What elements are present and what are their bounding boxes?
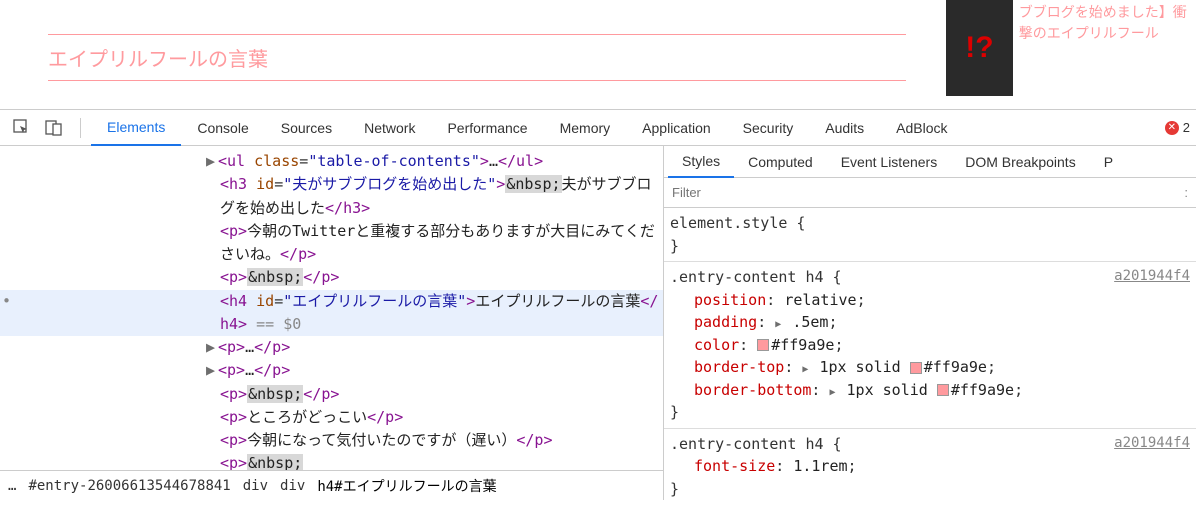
breadcrumb-item[interactable]: …	[8, 478, 16, 494]
error-icon: ✕	[1165, 121, 1179, 135]
dom-node[interactable]: <h3 id="夫がサブブログを始め出した">&nbsp;夫がサブブログを始め出…	[0, 173, 663, 220]
sidebar-thumbnail: !?	[946, 0, 1013, 96]
dom-node[interactable]: <p>今朝になって気付いたのですが（遅い）</p>	[0, 429, 663, 452]
dom-node[interactable]: <p>&nbsp;</p>	[0, 266, 663, 289]
dom-node[interactable]: <p>&nbsp;</p>	[0, 383, 663, 406]
css-declaration[interactable]: color: #ff9a9e;	[670, 334, 1190, 357]
devtools-tab-security[interactable]: Security	[727, 110, 810, 146]
rule-source-link[interactable]: a201944f4	[1114, 266, 1190, 287]
css-declaration[interactable]: border-top: ▶ 1px solid #ff9a9e;	[670, 356, 1190, 379]
dom-node[interactable]: <p>今朝のTwitterと重複する部分もありますが大目にみてくださいね。</p…	[0, 220, 663, 267]
devtools-tab-elements[interactable]: Elements	[91, 110, 181, 146]
css-declaration[interactable]: border-bottom: ▶ 1px solid #ff9a9e;	[670, 379, 1190, 402]
styles-tab-dom-breakpoints[interactable]: DOM Breakpoints	[951, 146, 1089, 178]
heading-border: エイプリルフールの言葉	[48, 34, 906, 81]
dom-tree[interactable]: ▶<ul class="table-of-contents">…</ul><h3…	[0, 146, 663, 470]
breadcrumb-item[interactable]: div	[280, 478, 305, 494]
inspect-icon[interactable]	[11, 117, 33, 139]
separator	[80, 118, 81, 138]
filter-row: :	[664, 178, 1196, 208]
sidebar-link-text: ブブログを始めました】衝撃のエイプリルフール	[1013, 0, 1196, 96]
style-rule[interactable]: .entry-content h4 {a201944f4position: re…	[664, 262, 1196, 429]
devtools-tabs: ElementsConsoleSourcesNetworkPerformance…	[91, 110, 964, 146]
devtools-tab-console[interactable]: Console	[181, 110, 264, 146]
breadcrumb-item[interactable]: #entry-26006613544678841	[28, 478, 230, 494]
error-count: 2	[1183, 120, 1190, 135]
dom-node[interactable]: ▶<ul class="table-of-contents">…</ul>	[0, 150, 663, 173]
rule-source-link[interactable]: a201944f4	[1114, 433, 1190, 454]
page-preview: エイプリルフールの言葉 !? ブブログを始めました】衝撃のエイプリルフール	[0, 0, 1196, 110]
devtools-panels: ▶<ul class="table-of-contents">…</ul><h3…	[0, 146, 1196, 500]
error-indicator[interactable]: ✕ 2	[1165, 120, 1190, 135]
css-declaration[interactable]: position: relative;	[670, 289, 1190, 312]
devtools-tab-sources[interactable]: Sources	[265, 110, 348, 146]
devtools-tab-memory[interactable]: Memory	[544, 110, 627, 146]
style-rule[interactable]: element.style {}	[664, 208, 1196, 262]
elements-panel: ▶<ul class="table-of-contents">…</ul><h3…	[0, 146, 664, 500]
breadcrumb-item[interactable]: h4#エイプリルフールの言葉	[317, 476, 496, 496]
styles-tab-p[interactable]: P	[1090, 146, 1127, 178]
devtools-tab-performance[interactable]: Performance	[431, 110, 543, 146]
devtools-tab-adblock[interactable]: AdBlock	[880, 110, 963, 146]
styles-tab-styles[interactable]: Styles	[668, 146, 734, 178]
devtools-tabbar: ElementsConsoleSourcesNetworkPerformance…	[0, 110, 1196, 146]
filter-hover-icon[interactable]: :	[1184, 185, 1188, 200]
exclamation-icon: !?	[965, 31, 993, 65]
dom-node[interactable]: •<h4 id="エイプリルフールの言葉">エイプリルフールの言葉</h4> =…	[0, 290, 663, 337]
dom-node[interactable]: ▶<p>…</p>	[0, 359, 663, 382]
dom-node[interactable]: <p>ところがどっこい</p>	[0, 406, 663, 429]
dom-node[interactable]: <p>&nbsp;	[0, 452, 663, 470]
sidebar-widget[interactable]: !? ブブログを始めました】衝撃のエイプリルフール	[946, 0, 1196, 96]
styles-tab-computed[interactable]: Computed	[734, 146, 827, 178]
styles-tab-event-listeners[interactable]: Event Listeners	[827, 146, 952, 178]
breadcrumb[interactable]: … #entry-26006613544678841 divdiv h4#エイプリルフ…	[0, 470, 663, 500]
devtools-tab-audits[interactable]: Audits	[809, 110, 880, 146]
dom-node[interactable]: ▶<p>…</p>	[0, 336, 663, 359]
styles-filter-input[interactable]	[672, 185, 1184, 200]
breadcrumb-item[interactable]: div	[243, 478, 268, 494]
css-declaration[interactable]: padding: ▶ .5em;	[670, 311, 1190, 334]
css-declaration[interactable]: font-size: 1.1rem;	[670, 455, 1190, 478]
style-rules[interactable]: element.style {}.entry-content h4 {a2019…	[664, 208, 1196, 500]
styles-panel: StylesComputedEvent ListenersDOM Breakpo…	[664, 146, 1196, 500]
heading-container: エイプリルフールの言葉	[48, 34, 906, 81]
devtools-tab-network[interactable]: Network	[348, 110, 431, 146]
devtools-tab-application[interactable]: Application	[626, 110, 727, 146]
styles-tabs: StylesComputedEvent ListenersDOM Breakpo…	[664, 146, 1196, 178]
device-toggle-icon[interactable]	[43, 117, 65, 139]
page-heading: エイプリルフールの言葉	[48, 43, 906, 72]
style-rule[interactable]: .entry-content h4 {a201944f4font-size: 1…	[664, 429, 1196, 501]
